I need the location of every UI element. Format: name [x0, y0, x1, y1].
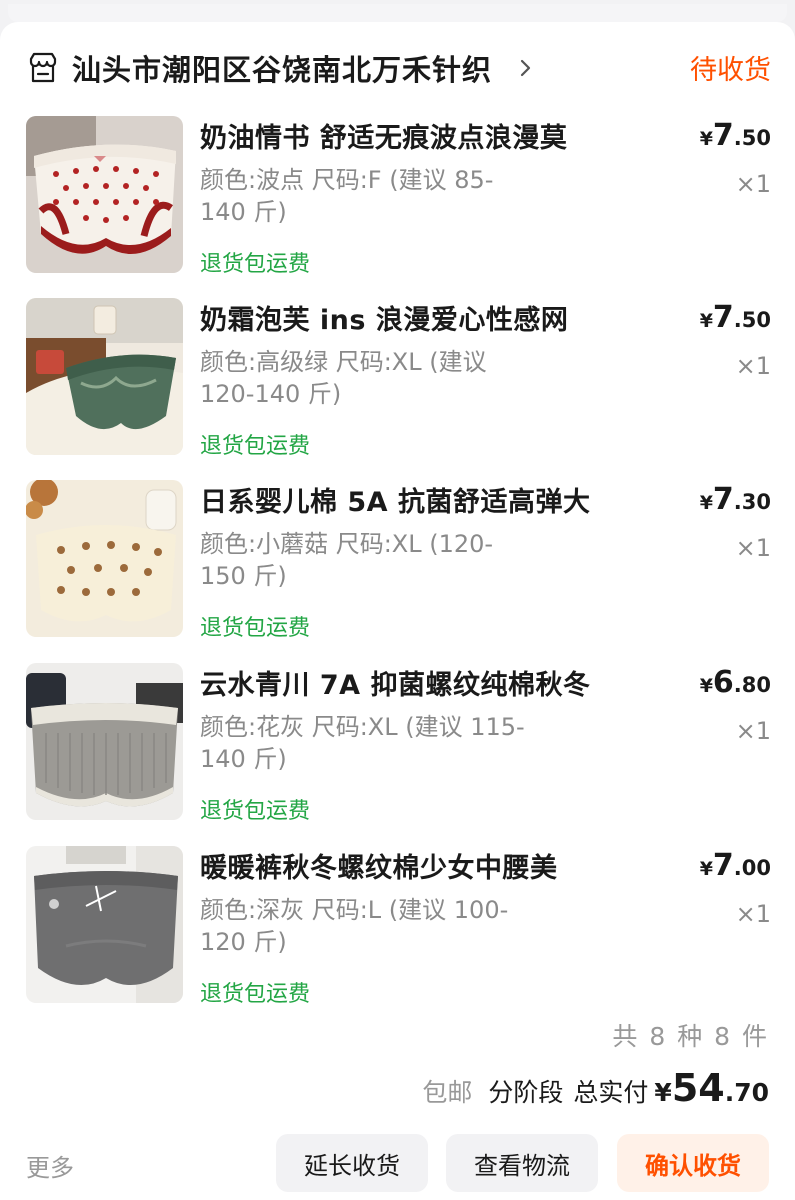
shop-icon — [29, 52, 57, 83]
product-price: ¥7.50 — [699, 118, 771, 153]
order-status: 待收货 — [690, 55, 771, 86]
product-image[interactable] — [26, 298, 183, 455]
total-paid-label: 总实付 — [573, 1078, 649, 1107]
free-shipping-label: 包邮 — [422, 1078, 473, 1107]
product-spec: 颜色:小蘑菇 尺码:XL (120-150 斤) — [200, 530, 494, 590]
return-shipping-tag: 退货包运费 — [200, 616, 311, 641]
return-shipping-tag: 退货包运费 — [200, 434, 311, 459]
product-title[interactable]: 奶油情书 舒适无痕波点浪漫莫 — [200, 116, 567, 155]
product-image[interactable] — [26, 116, 183, 273]
return-shipping-tag: 退货包运费 — [200, 799, 311, 824]
product-image[interactable] — [26, 480, 183, 637]
total-amount: 54 — [671, 1066, 725, 1110]
order-item[interactable]: 云水青川 7A 抑菌螺纹纯棉秋冬 颜色:花灰 尺码:XL (建议 115-140… — [26, 663, 771, 824]
product-title[interactable]: 云水青川 7A 抑菌螺纹纯棉秋冬 — [200, 663, 590, 702]
product-price: ¥6.80 — [699, 665, 771, 700]
order-item[interactable]: 日系婴儿棉 5A 抗菌舒适高弹大 颜色:小蘑菇 尺码:XL (120-150 斤… — [26, 480, 771, 641]
shop-name[interactable]: 汕头市潮阳区谷饶南北万禾针织 — [72, 47, 492, 89]
total-amount-decimal: .70 — [724, 1078, 769, 1107]
top-strip — [8, 4, 787, 22]
product-title[interactable]: 暖暖裤秋冬螺纹棉少女中腰美 — [200, 846, 558, 885]
confirm-receipt-button[interactable]: 确认收货 — [617, 1134, 769, 1192]
product-spec: 颜色:波点 尺码:F (建议 85-140 斤) — [200, 166, 494, 226]
product-quantity: ×1 — [735, 352, 771, 380]
more-button[interactable]: 更多 — [26, 1148, 74, 1183]
product-image[interactable] — [26, 663, 183, 820]
view-logistics-button[interactable]: 查看物流 — [446, 1134, 598, 1192]
staged-payment-label[interactable]: 分阶段 — [488, 1073, 563, 1109]
order-item[interactable]: 奶油情书 舒适无痕波点浪漫莫 颜色:波点 尺码:F (建议 85-140 斤) … — [26, 116, 771, 277]
extend-receipt-button[interactable]: 延长收货 — [276, 1134, 428, 1192]
item-count: 共 8 种 8 件 — [612, 1022, 769, 1051]
shop-header[interactable]: 汕头市潮阳区谷饶南北万禾针织 待收货 — [26, 44, 771, 92]
product-price: ¥7.50 — [699, 300, 771, 335]
product-quantity: ×1 — [735, 900, 771, 928]
product-quantity: ×1 — [735, 534, 771, 562]
product-quantity: ×1 — [735, 170, 771, 198]
product-title[interactable]: 奶霜泡芙 ins 浪漫爱心性感网 — [200, 298, 568, 337]
order-item[interactable]: 暖暖裤秋冬螺纹棉少女中腰美 颜色:深灰 尺码:L (建议 100-120 斤) … — [26, 846, 771, 1007]
chevron-right-icon[interactable] — [518, 56, 534, 80]
product-price: ¥7.30 — [699, 482, 771, 517]
total-currency: ¥ — [654, 1078, 672, 1107]
product-spec: 颜色:深灰 尺码:L (建议 100-120 斤) — [200, 896, 509, 956]
product-spec: 颜色:花灰 尺码:XL (建议 115-140 斤) — [200, 713, 525, 773]
product-quantity: ×1 — [735, 717, 771, 745]
product-title[interactable]: 日系婴儿棉 5A 抗菌舒适高弹大 — [200, 480, 590, 519]
total-row: 包邮 分阶段 总实付 ¥ 54 .70 — [422, 1066, 769, 1110]
product-image[interactable] — [26, 846, 183, 1003]
order-item[interactable]: 奶霜泡芙 ins 浪漫爱心性感网 颜色:高级绿 尺码:XL (建议 120-14… — [26, 298, 771, 459]
product-price: ¥7.00 — [699, 848, 771, 883]
product-spec: 颜色:高级绿 尺码:XL (建议 120-140 斤) — [200, 348, 487, 408]
return-shipping-tag: 退货包运费 — [200, 982, 311, 1007]
return-shipping-tag: 退货包运费 — [200, 252, 311, 277]
